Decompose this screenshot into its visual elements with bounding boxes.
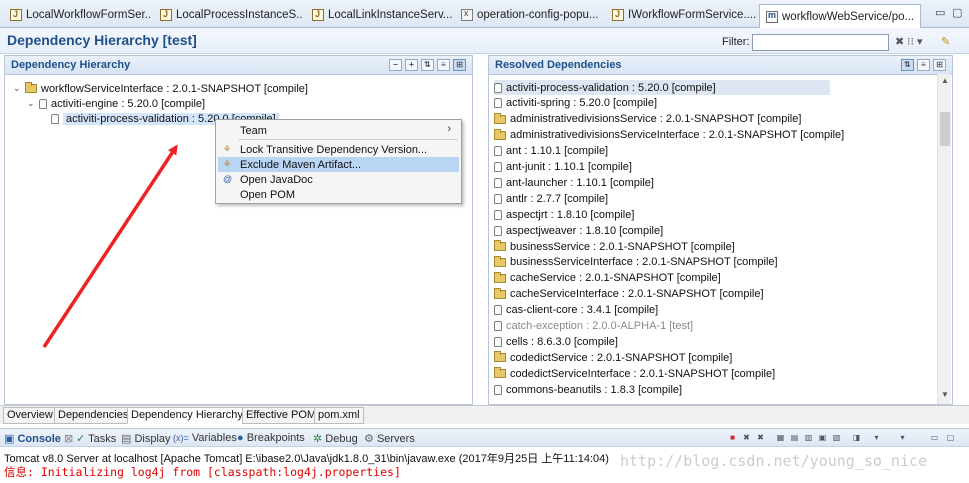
exclude-artifact-icon: ⚘ [223,159,232,169]
tab-pom-xml[interactable]: pom.xml [314,407,364,424]
tab-label: Servers [376,433,415,445]
minimize-icon[interactable]: ▭ [929,432,940,443]
tab-overview[interactable]: Overview [3,407,57,424]
tab-label: Tasks [88,433,117,445]
context-menu: Team › ⚘ Lock Transitive Dependency Vers… [215,119,462,204]
word-wrap-icon[interactable]: ▥ [803,432,814,443]
tab-servers[interactable]: ⚙ Servers [364,432,415,445]
tab-label: Console [17,433,61,445]
scroll-lock-icon[interactable]: ▤ [789,432,800,443]
menu-item-open-pom[interactable]: Open POM [218,187,459,202]
stop-icon[interactable]: ■ [727,432,738,443]
menu-item-label: Open POM [240,188,296,201]
eclipse-window: LocalWorkflowFormSer... LocalProcessInst… [0,0,969,483]
pin-console-icon[interactable]: ▧ [831,432,842,443]
remove-all-icon[interactable]: ✖ [755,432,766,443]
display-icon: ▤ [121,433,132,445]
chevron-right-icon: › [447,123,451,135]
show-console-icon[interactable]: ▣ [817,432,828,443]
menu-separator [238,139,458,140]
tab-effective-pom[interactable]: Effective POM [242,407,321,424]
tab-breakpoints[interactable]: ● Breakpoints [237,432,305,444]
menu-item-open-javadoc[interactable]: @ Open JavaDoc [218,172,459,187]
console-tab-bar: ▣ Console ⊠ ✓ Tasks ▤ Display (x)= Varia… [0,428,969,447]
close-icon[interactable]: ⊠ [64,433,73,445]
tab-variables[interactable]: (x)= Variables [173,432,237,444]
variables-icon: (x)= [173,433,189,443]
maximize-icon[interactable]: ▢ [945,432,956,443]
tasks-icon: ✓ [76,433,86,445]
menu-item-lock-version[interactable]: ⚘ Lock Transitive Dependency Version... [218,142,459,157]
menu-item-label: Open JavaDoc [240,173,313,186]
tab-label: Debug [325,433,358,445]
tab-label: Display [134,433,171,445]
remove-launch-icon[interactable]: ✖ [741,432,752,443]
tab-display[interactable]: ▤ Display [121,432,171,445]
menu-item-team[interactable]: Team › [218,123,459,138]
tab-dependency-hierarchy[interactable]: Dependency Hierarchy [127,407,247,424]
tab-console[interactable]: ▣ Console ⊠ [4,432,73,445]
breakpoints-icon: ● [237,432,244,444]
servers-icon: ⚙ [364,433,374,445]
menu-item-exclude-artifact[interactable]: ⚘ Exclude Maven Artifact... [218,157,459,172]
menu-item-label: Exclude Maven Artifact... [240,158,362,171]
open-console-icon[interactable]: ▾ [871,432,882,443]
tab-label: Breakpoints [246,432,305,444]
debug-icon: ✲ [313,433,323,445]
watermark: http://blog.csdn.net/young_so_nice [620,452,928,470]
display-selected-icon[interactable]: ◨ [851,432,862,443]
pom-editor-tabs: Overview Dependencies Dependency Hierarc… [0,405,969,424]
menu-item-label: Lock Transitive Dependency Version... [240,143,428,156]
javadoc-icon: @ [223,174,233,184]
clear-console-icon[interactable]: ▦ [775,432,786,443]
menu-item-label: Team [240,124,267,137]
new-console-icon[interactable]: ▾ [897,432,908,443]
tab-label: Variables [191,432,237,444]
tab-dependencies[interactable]: Dependencies [54,407,133,424]
tab-debug[interactable]: ✲ Debug [313,432,358,445]
tab-tasks[interactable]: ✓ Tasks [76,432,116,445]
console-icon: ▣ [4,433,15,445]
lock-version-icon: ⚘ [223,144,232,154]
console-line: 信息: Initializing log4j from [classpath:l… [4,465,401,479]
